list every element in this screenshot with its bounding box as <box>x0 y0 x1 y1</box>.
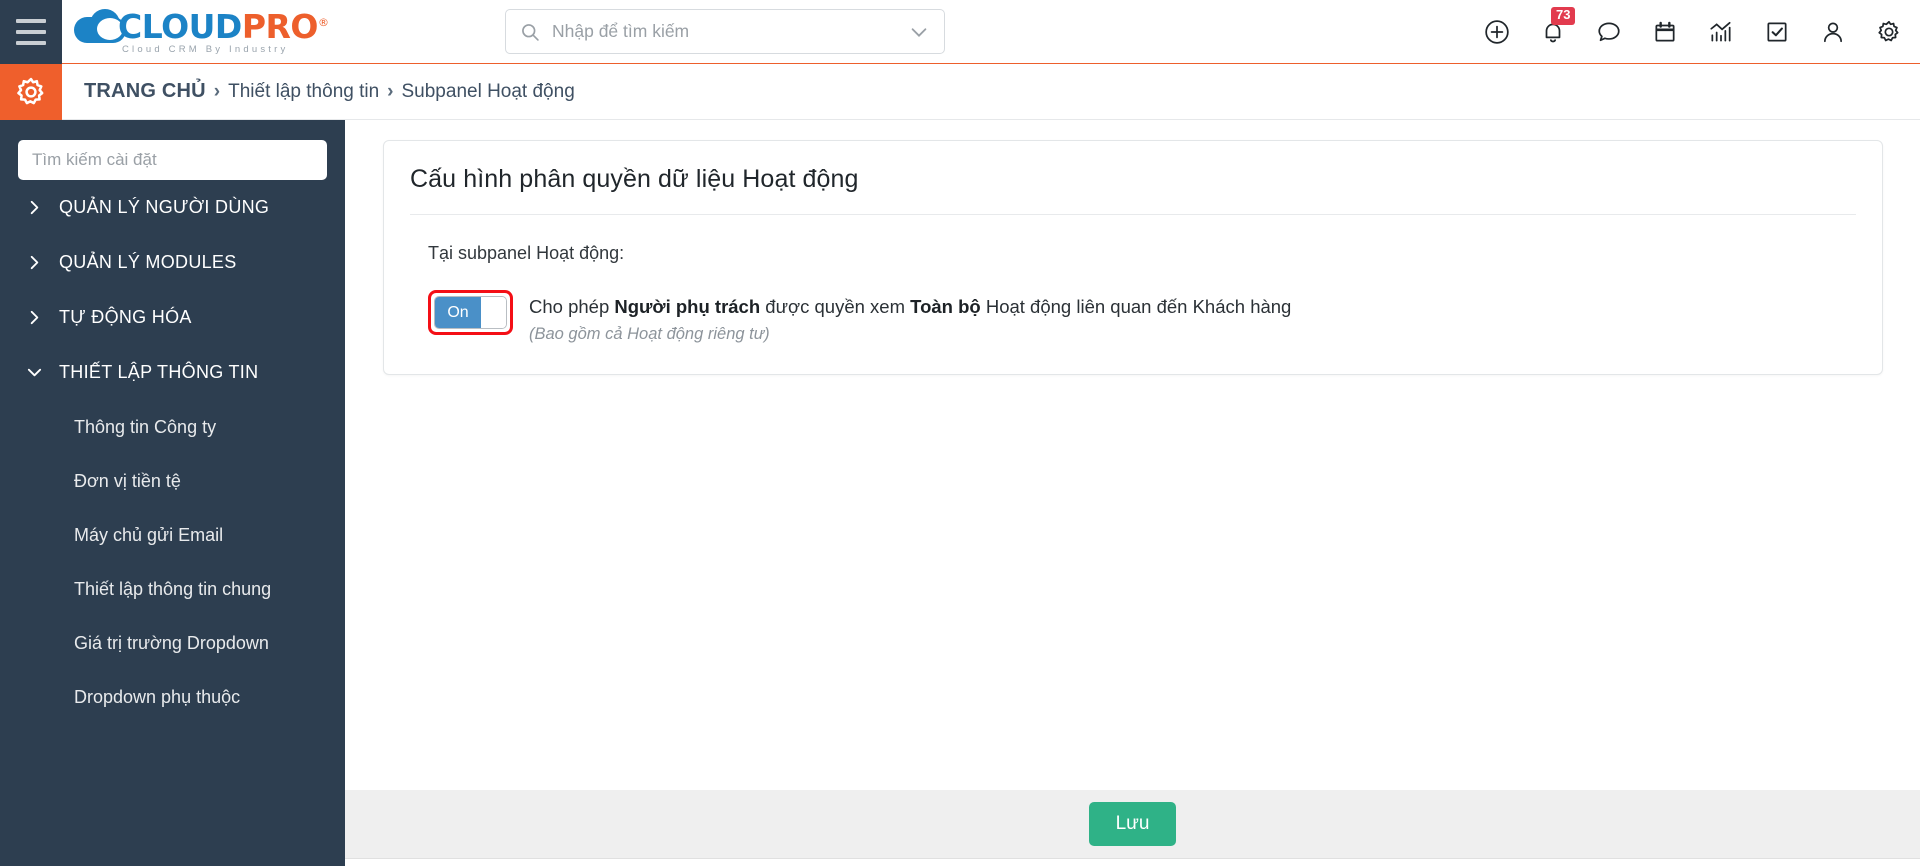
setting-texts: Cho phép Người phụ trách được quyền xem … <box>529 292 1291 344</box>
sidebar-item-label: Dropdown phụ thuộc <box>74 686 241 707</box>
header-icon-row: 73 <box>1484 0 1902 64</box>
sidebar-item-dependent-dropdown[interactable]: Dropdown phụ thuộc <box>0 670 345 724</box>
gear-icon[interactable] <box>1876 19 1902 45</box>
section-label: Tại subpanel Hoạt động: <box>428 243 625 263</box>
sidebar-item-email-server[interactable]: Máy chủ gửi Email <box>0 508 345 562</box>
setting-text-before: Cho phép <box>529 296 615 317</box>
logo-text: CLOUDPRO® <box>118 6 329 46</box>
sidebar-item-label: Đơn vị tiền tệ <box>74 470 181 491</box>
permission-toggle[interactable]: On <box>434 296 507 329</box>
chart-icon[interactable] <box>1708 19 1734 45</box>
sidebar-item-label: Thông tin Công ty <box>74 416 217 437</box>
calendar-icon[interactable] <box>1652 19 1678 45</box>
chevron-down-icon <box>26 364 43 381</box>
sidebar-search-input[interactable] <box>32 150 313 170</box>
sidebar-group-label: TỰ ĐỘNG HÓA <box>59 307 192 327</box>
chat-icon[interactable] <box>1596 19 1622 45</box>
search-icon <box>520 22 540 42</box>
sidebar-item-label: Máy chủ gửi Email <box>74 524 224 545</box>
bell-icon[interactable]: 73 <box>1540 7 1576 45</box>
logo-text-cloud: CLOUD <box>118 6 242 46</box>
notification-badge: 73 <box>1551 7 1576 25</box>
sidebar-group-automation[interactable]: TỰ ĐỘNG HÓA <box>0 290 345 345</box>
setting-note: (Bao gồm cả Hoạt động riêng tư) <box>529 324 770 343</box>
chevron-right-icon <box>26 309 43 326</box>
action-footer: Lưu <box>345 790 1920 858</box>
gear-icon <box>17 77 44 105</box>
settings-sidebar: QUẢN LÝ NGƯỜI DÙNG QUẢN LÝ MODULES TỰ ĐỘ… <box>0 120 345 866</box>
hamburger-icon-line <box>16 41 46 45</box>
sidebar-item-dropdown-values[interactable]: Giá trị trường Dropdown <box>0 616 345 670</box>
sidebar-group-label: QUẢN LÝ NGƯỜI DÙNG <box>59 197 270 217</box>
checkbox-icon[interactable] <box>1764 19 1790 45</box>
sidebar-group-information-setup[interactable]: THIẾT LẬP THÔNG TIN <box>0 345 345 400</box>
setting-text-middle: được quyền xem <box>760 296 911 317</box>
sidebar-group-user-management[interactable]: QUẢN LÝ NGƯỜI DÙNG <box>0 180 345 235</box>
brand-logo[interactable]: CLOUDPRO® Cloud CRM By Industry <box>74 0 344 64</box>
setting-row: On Cho phép Người phụ trách được quyền x… <box>428 290 1856 344</box>
footer-edge <box>345 858 1920 866</box>
logo-text-pro: PRO <box>241 6 319 46</box>
chevron-right-icon <box>26 199 43 216</box>
logo-row: CLOUDPRO® <box>74 9 344 43</box>
sidebar-search[interactable] <box>18 140 327 180</box>
brand-tagline: Cloud CRM By Industry <box>122 44 289 55</box>
sidebar-item-label: Giá trị trường Dropdown <box>74 632 269 653</box>
registered-mark: ® <box>317 15 329 29</box>
hamburger-icon-line <box>16 30 46 34</box>
sidebar-group-modules[interactable]: QUẢN LÝ MODULES <box>0 235 345 290</box>
setting-bold-scope: Toàn bộ <box>910 296 981 317</box>
chevron-down-icon[interactable] <box>908 21 930 43</box>
hamburger-menu-button[interactable] <box>0 0 62 64</box>
breadcrumb: TRANG CHỦ › Thiết lập thông tin › Subpan… <box>62 64 1920 120</box>
top-bar: CLOUDPRO® Cloud CRM By Industry Nhập để … <box>0 0 1920 64</box>
permission-config-card: Cấu hình phân quyền dữ liệu Hoạt động Tạ… <box>383 140 1883 375</box>
setting-bold-owner: Người phụ trách <box>614 296 761 317</box>
sidebar-item-general-settings[interactable]: Thiết lập thông tin chung <box>0 562 345 616</box>
sidebar-group-label: THIẾT LẬP THÔNG TIN <box>59 362 259 382</box>
toggle-highlight-annotation[interactable]: On <box>428 290 513 335</box>
setting-description: Cho phép Người phụ trách được quyền xem … <box>529 294 1291 321</box>
main-content: Cấu hình phân quyền dữ liệu Hoạt động Tạ… <box>345 120 1920 866</box>
sidebar-group-label: QUẢN LÝ MODULES <box>59 252 237 272</box>
plus-circle-icon[interactable] <box>1484 19 1510 45</box>
chevron-right-icon <box>26 254 43 271</box>
hamburger-icon-line <box>16 19 46 23</box>
search-input[interactable] <box>552 21 908 42</box>
page-title: Cấu hình phân quyền dữ liệu Hoạt động <box>410 165 1856 215</box>
global-search[interactable] <box>505 9 945 54</box>
breadcrumb-separator: › <box>213 80 221 102</box>
sidebar-item-label: Thiết lập thông tin chung <box>74 578 272 599</box>
breadcrumb-home[interactable]: TRANG CHỦ <box>84 80 206 103</box>
breadcrumb-item-current: Subpanel Hoạt động <box>401 80 575 102</box>
user-icon[interactable] <box>1820 19 1846 45</box>
setting-text-after: Hoạt động liên quan đến Khách hàng <box>980 296 1292 317</box>
breadcrumb-separator: › <box>387 80 394 102</box>
toggle-knob <box>481 297 506 328</box>
sidebar-item-company-info[interactable]: Thông tin Công ty <box>0 400 345 454</box>
breadcrumb-item-settings[interactable]: Thiết lập thông tin <box>228 81 379 103</box>
save-button[interactable]: Lưu <box>1088 802 1177 846</box>
toggle-on-label: On <box>435 297 481 328</box>
sidebar-item-currency[interactable]: Đơn vị tiền tệ <box>0 454 345 508</box>
settings-gear-button[interactable] <box>0 64 62 120</box>
